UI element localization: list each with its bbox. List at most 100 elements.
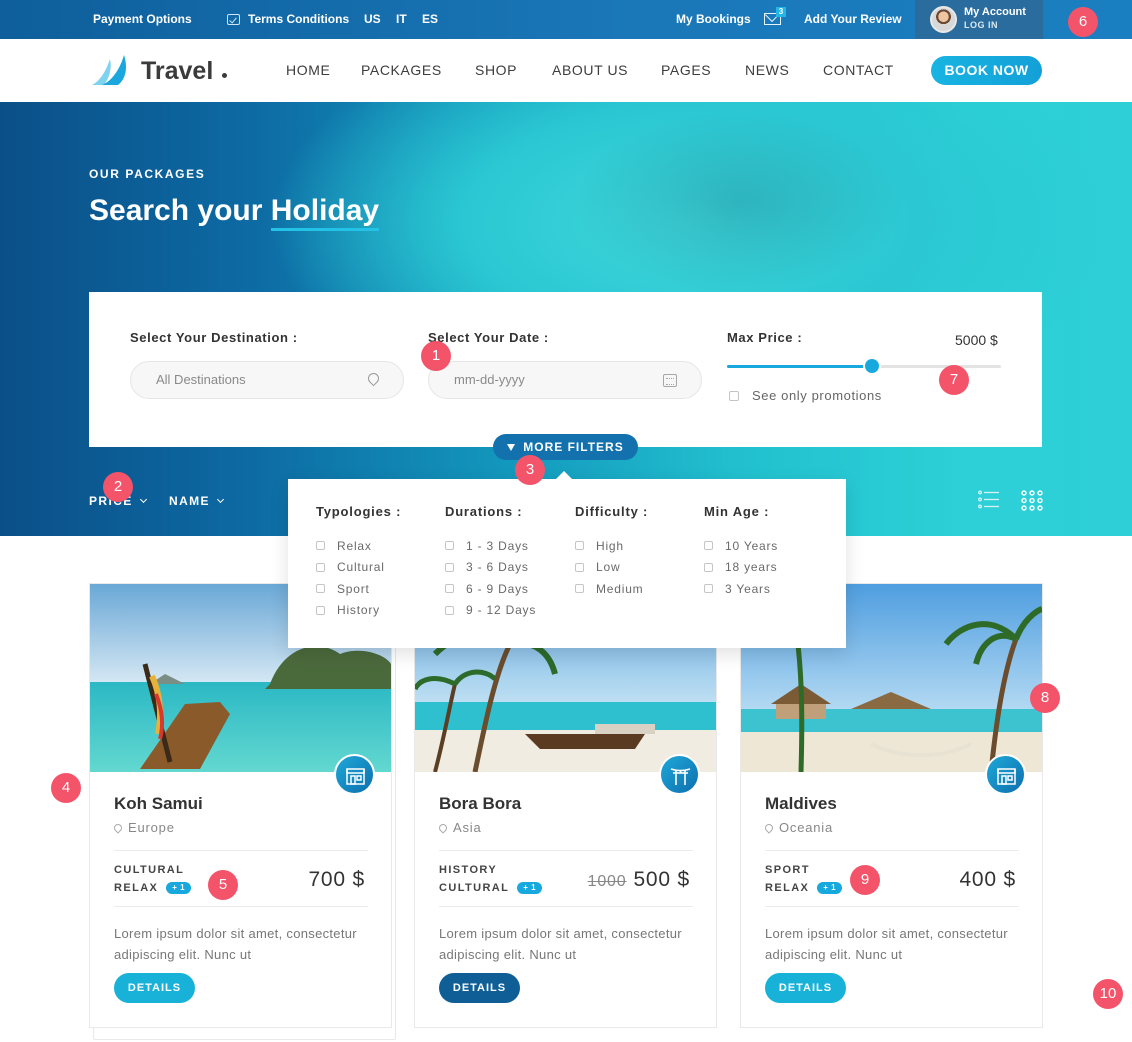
payment-options-label: Payment Options (93, 12, 192, 26)
package-type-badge (659, 754, 700, 795)
package-type-badge (334, 754, 375, 795)
filter-option[interactable]: 6 - 9 Days (445, 578, 536, 600)
checkbox[interactable] (575, 584, 584, 594)
filter-option[interactable]: 18 years (704, 557, 778, 579)
account-menu[interactable]: My Account LOG IN (915, 0, 1043, 39)
promotions-checkbox[interactable]: See only promotions (729, 388, 882, 403)
promotions-label: See only promotions (752, 388, 882, 403)
date-input[interactable]: mm-dd-yyyy (428, 361, 702, 399)
tag: RELAX (114, 882, 159, 894)
checkbox[interactable] (316, 562, 325, 572)
filter-option[interactable]: 10 Years (704, 535, 778, 557)
package-card: Maldives Oceania SPORT RELAX + 1 400 $ Lo… (740, 583, 1043, 1028)
checkbox[interactable] (445, 584, 454, 594)
language-us[interactable]: US (364, 12, 381, 26)
package-location: Asia (437, 820, 482, 835)
checkbox[interactable] (575, 562, 584, 572)
package-name[interactable]: Maldives (765, 794, 837, 814)
marker-2: 2 (103, 472, 133, 502)
package-name[interactable]: Bora Bora (439, 794, 521, 814)
promotions-checkbox-box[interactable] (729, 390, 739, 401)
details-button[interactable]: DETAILS (439, 973, 520, 1003)
my-bookings-link[interactable]: My Bookings (676, 12, 751, 26)
grid-view-icon[interactable] (1021, 490, 1043, 511)
checkbox[interactable] (575, 541, 584, 551)
nav-home[interactable]: HOME (286, 62, 330, 78)
checkbox[interactable] (704, 541, 713, 551)
nav-news[interactable]: NEWS (745, 62, 789, 78)
payment-options-link[interactable]: Payment Options (93, 12, 396, 1040)
top-bar: Payment Options Terms Conditions US IT E… (0, 0, 1132, 1040)
package-card: Bora Bora Asia HISTORY CULTURAL + 1 1000 5… (414, 583, 717, 1028)
more-filters-dropdown: Typologies : Relax Cultural Sport Histor… (288, 471, 846, 648)
language-it[interactable]: IT (396, 12, 407, 26)
details-button[interactable]: DETAILS (114, 973, 195, 1003)
package-name[interactable]: Koh Samui (114, 794, 203, 814)
filter-option[interactable]: Medium (575, 578, 648, 600)
nav-contact[interactable]: CONTACT (823, 62, 894, 78)
more-tags-badge[interactable]: + 1 (817, 882, 843, 894)
marker-6: 6 (1068, 7, 1098, 37)
filter-option[interactable]: 1 - 3 Days (445, 535, 536, 557)
filter-option-label: Relax (337, 538, 372, 553)
list-view-icon[interactable] (978, 490, 999, 509)
filter-option[interactable]: 3 Years (704, 578, 778, 600)
checkbox[interactable] (704, 562, 713, 572)
nav-packages[interactable]: PACKAGES (361, 62, 442, 78)
filter-option[interactable]: Sport (316, 578, 401, 600)
book-now-button[interactable]: BOOK NOW (931, 56, 1042, 85)
more-tags-badge[interactable]: + 1 (166, 882, 192, 894)
location-pin-icon (365, 370, 382, 387)
tag-row: CULTURAL + 1 (439, 879, 543, 897)
logo-wave-icon[interactable] (90, 53, 130, 86)
more-filters-button[interactable]: MORE FILTERS (493, 434, 638, 460)
checkbox[interactable] (316, 584, 325, 594)
filter-option-label: 6 - 9 Days (466, 581, 529, 596)
package-type-badge (985, 754, 1026, 795)
marker-4: 4 (51, 773, 81, 803)
filter-option[interactable]: High (575, 535, 648, 557)
divider (114, 850, 368, 851)
nav-about-us[interactable]: ABOUT US (552, 62, 628, 78)
filter-option[interactable]: Cultural (316, 557, 401, 579)
filter-option[interactable]: Low (575, 557, 648, 579)
destination-value: All Destinations (156, 372, 246, 387)
checkbox[interactable] (445, 541, 454, 551)
filter-option[interactable]: 3 - 6 Days (445, 557, 536, 579)
current-price: 500 $ (633, 868, 690, 891)
tag: HISTORY (439, 864, 498, 876)
checkbox[interactable] (316, 541, 325, 551)
nav-pages[interactable]: PAGES (661, 62, 711, 78)
hero-title-plain: Search your (89, 194, 263, 227)
destination-select[interactable]: All Destinations (130, 361, 404, 399)
logo-text[interactable]: Travel (141, 57, 213, 86)
language-es[interactable]: ES (422, 12, 438, 26)
filter-option[interactable]: Relax (316, 535, 401, 557)
marker-5: 5 (208, 870, 238, 900)
checkbox[interactable] (316, 605, 325, 615)
terms-conditions-link[interactable]: Terms Conditions (227, 12, 349, 26)
details-button[interactable]: DETAILS (765, 973, 846, 1003)
filter-option[interactable]: 9 - 12 Days (445, 600, 536, 622)
avatar (930, 6, 957, 33)
more-tags-badge[interactable]: + 1 (517, 882, 543, 894)
package-price: 400 $ (959, 868, 1016, 891)
sort-by-name[interactable]: NAME (169, 494, 224, 508)
filter-column-durations: Durations : 1 - 3 Days 3 - 6 Days 6 - 9 … (445, 504, 536, 621)
marker-7: 7 (939, 365, 969, 395)
package-price: 1000 500 $ (588, 868, 690, 892)
checkbox[interactable] (445, 605, 454, 615)
filter-column-title: Typologies : (316, 504, 402, 519)
login-link[interactable]: LOG IN (964, 20, 998, 30)
nav-shop[interactable]: SHOP (475, 62, 517, 78)
shop-icon (997, 768, 1016, 785)
checkbox[interactable] (445, 562, 454, 572)
add-review-link[interactable]: Add Your Review (804, 12, 902, 26)
filter-option[interactable]: History (316, 600, 401, 622)
package-description: Lorem ipsum dolor sit amet, consectetur … (765, 926, 1008, 962)
marker-10: 10 (1093, 979, 1123, 1009)
mail-count-badge: 3 (776, 7, 786, 17)
torii-gate-icon (670, 768, 691, 785)
price-slider-handle[interactable] (865, 359, 880, 373)
checkbox[interactable] (704, 584, 713, 594)
